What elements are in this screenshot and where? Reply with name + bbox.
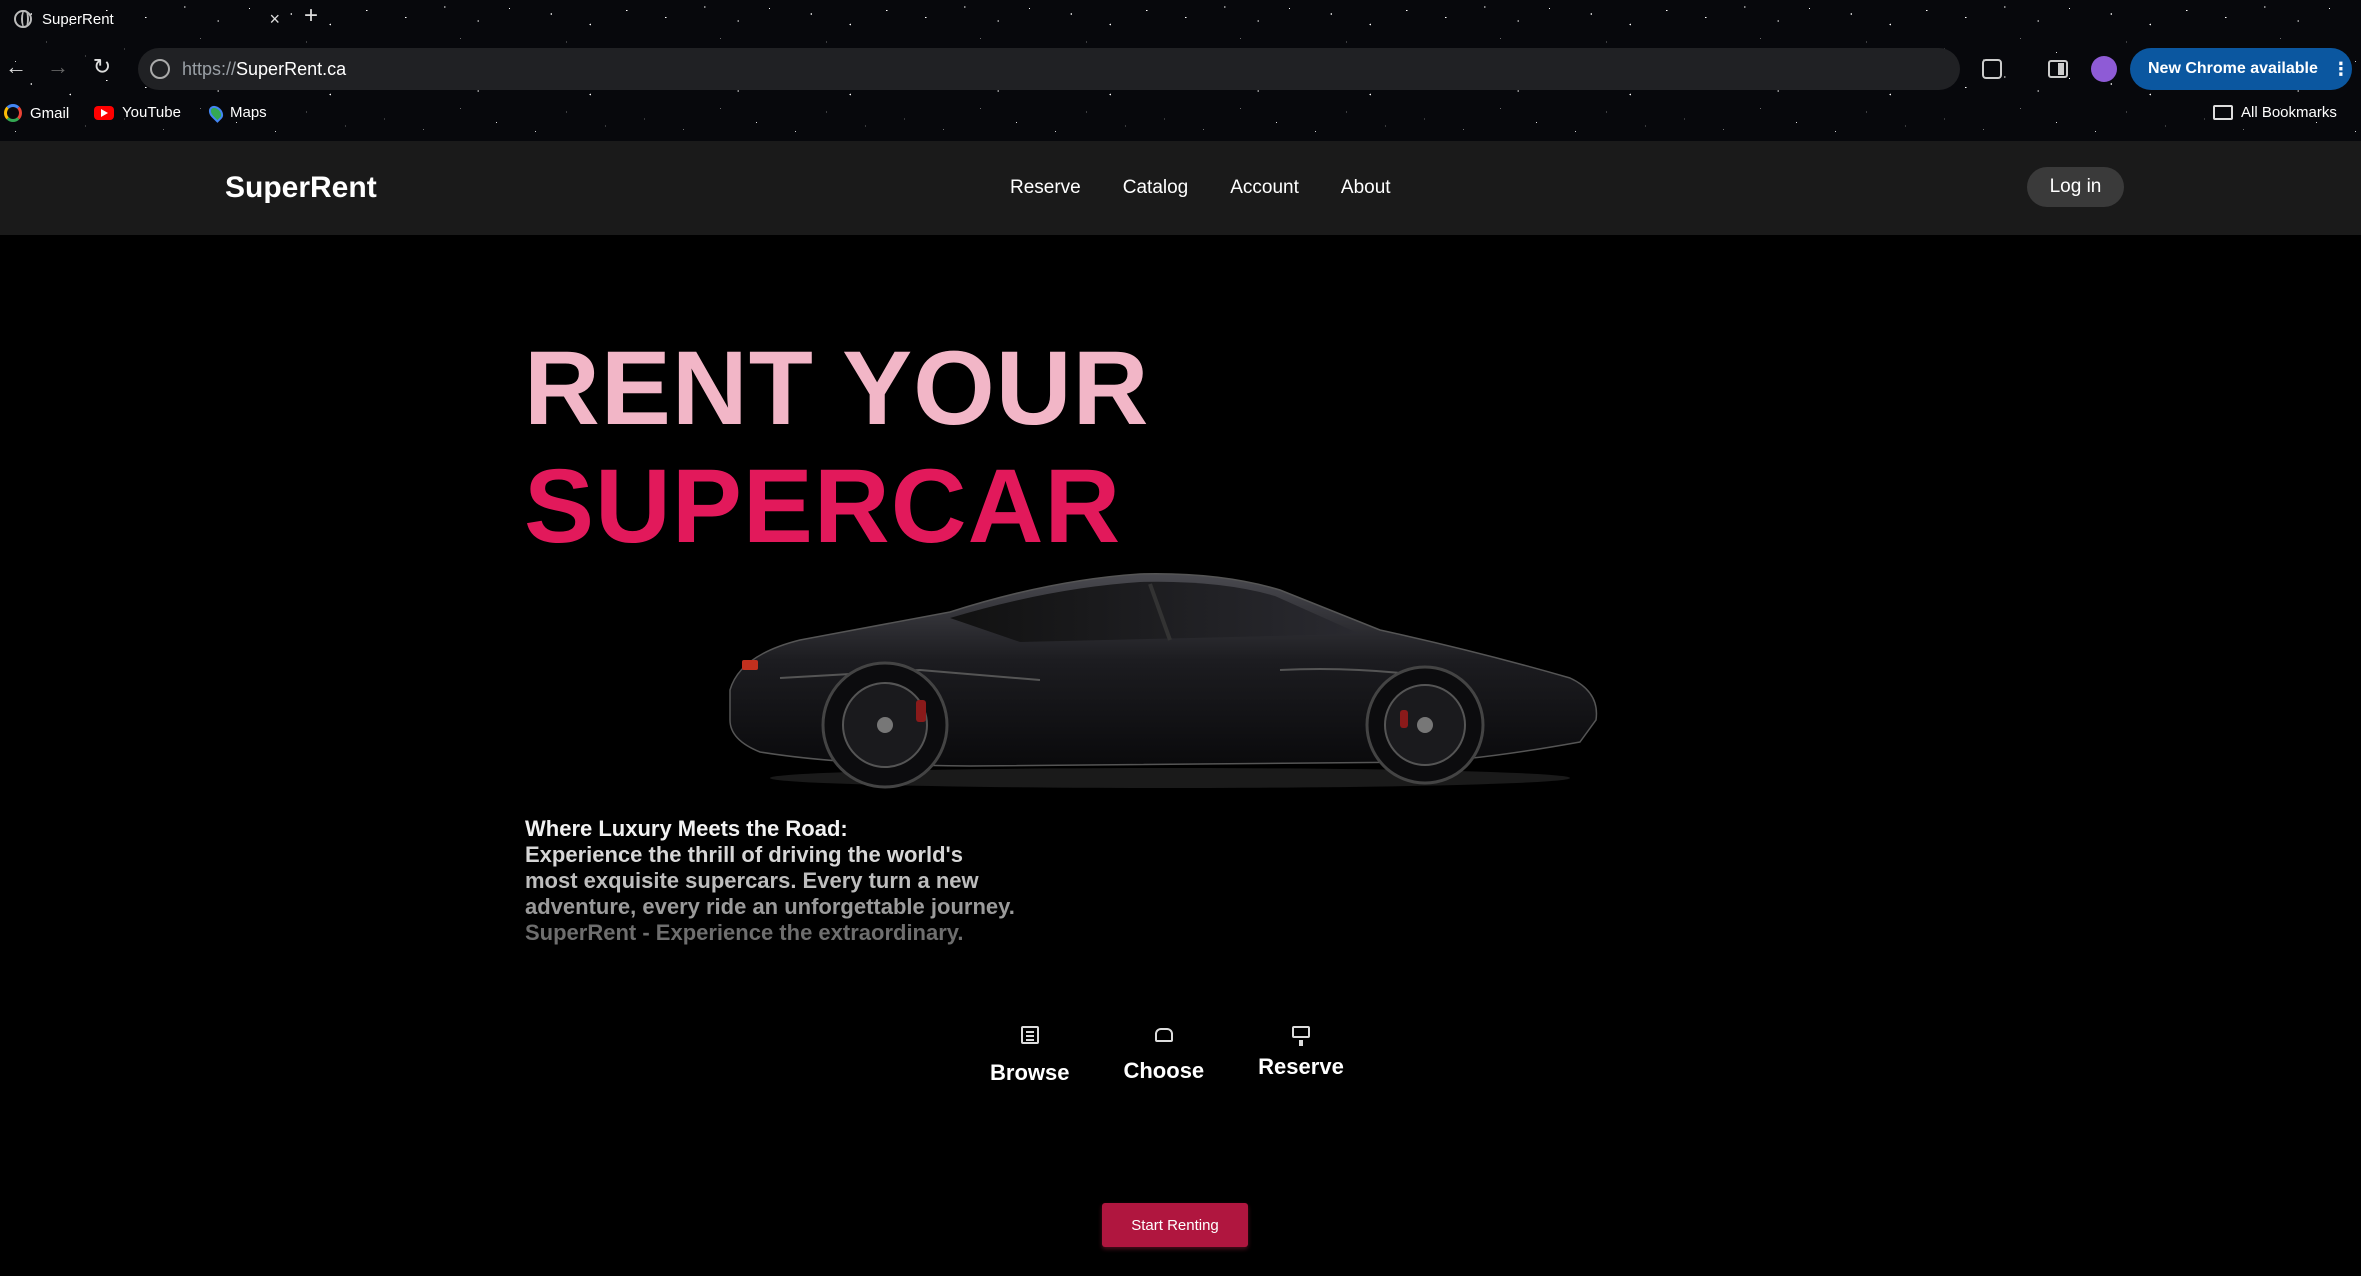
tagline: Where Luxury Meets the Road: Experience … xyxy=(525,816,1065,946)
supercar-image xyxy=(729,573,1598,789)
nav-reserve[interactable]: Reserve xyxy=(1010,177,1081,199)
monitor-icon xyxy=(1291,1026,1310,1046)
side-panel-icon[interactable] xyxy=(2048,60,2068,78)
hero-title-line2: SUPERCAR xyxy=(524,448,1122,565)
bookmarks-bar: Gmail YouTube Maps All Bookmarks xyxy=(0,102,2361,130)
bookmark-gmail[interactable]: Gmail xyxy=(4,104,69,122)
all-bookmarks-label: All Bookmarks xyxy=(2241,104,2337,121)
profile-avatar-icon[interactable] xyxy=(2091,56,2117,82)
bookmark-youtube[interactable]: YouTube xyxy=(94,104,181,121)
all-bookmarks[interactable]: All Bookmarks xyxy=(2213,104,2337,121)
step-label: Browse xyxy=(990,1060,1070,1085)
reload-icon[interactable]: ↻ xyxy=(88,54,116,80)
browser-chrome: SuperRent × + ← → ↻ https://SuperRent.ca… xyxy=(0,0,2361,141)
tab-close-button[interactable]: × xyxy=(269,9,290,30)
url-host: SuperRent.ca xyxy=(236,58,347,79)
login-button[interactable]: Log in xyxy=(2027,167,2124,207)
car-icon xyxy=(1154,1028,1173,1042)
tagline-line: adventure, every ride an unforgettable j… xyxy=(525,894,1015,919)
globe-icon xyxy=(14,10,32,28)
new-tab-button[interactable]: + xyxy=(304,2,318,30)
step-label: Choose xyxy=(1123,1058,1205,1083)
bookmark-label: Maps xyxy=(230,104,267,121)
nav-about[interactable]: About xyxy=(1341,177,1391,199)
step-label: Reserve xyxy=(1258,1054,1344,1079)
new-chrome-available-button[interactable]: New Chrome available ⋮ xyxy=(2130,48,2352,90)
main-nav: Reserve Catalog Account About xyxy=(1010,177,1391,199)
gmail-icon xyxy=(4,104,22,122)
bookmark-label: YouTube xyxy=(122,104,181,121)
tagline-heading: Where Luxury Meets the Road: xyxy=(525,816,848,841)
folder-icon xyxy=(2213,105,2233,120)
site-info-icon[interactable] xyxy=(150,59,170,79)
site-logo[interactable]: SuperRent xyxy=(225,171,377,205)
nav-account[interactable]: Account xyxy=(1230,177,1299,199)
tagline-line: most exquisite supercars. Every turn a n… xyxy=(525,868,979,893)
extensions-icon[interactable] xyxy=(1982,59,2002,79)
address-bar[interactable]: https://SuperRent.ca xyxy=(138,48,1960,90)
step-reserve[interactable]: Reserve xyxy=(1258,1026,1344,1086)
kebab-menu-icon[interactable]: ⋮ xyxy=(2332,59,2350,80)
start-renting-button[interactable]: Start Renting xyxy=(1102,1203,1248,1247)
site-header: SuperRent Reserve Catalog Account About … xyxy=(0,141,2361,235)
nav-catalog[interactable]: Catalog xyxy=(1123,177,1189,199)
step-browse[interactable]: Browse xyxy=(990,1026,1069,1086)
hero-title: RENT YOUR SUPERCAR xyxy=(524,330,1149,566)
tab-title: SuperRent xyxy=(42,10,114,28)
browser-toolbar: ← → ↻ https://SuperRent.ca New Chrome av… xyxy=(0,48,2361,90)
browser-tab[interactable]: SuperRent × xyxy=(8,4,290,34)
back-arrow-icon[interactable]: ← xyxy=(2,54,30,80)
bookmark-label: Gmail xyxy=(30,104,70,122)
steps: Browse Choose Reserve xyxy=(990,1026,1344,1086)
maps-icon xyxy=(206,102,226,123)
url-scheme: https:// xyxy=(182,58,237,79)
tagline-line: Experience the thrill of driving the wor… xyxy=(525,842,963,867)
update-label: New Chrome available xyxy=(2148,60,2318,77)
bookmark-maps[interactable]: Maps xyxy=(206,102,267,123)
youtube-icon xyxy=(94,105,114,120)
forward-arrow-icon[interactable]: → xyxy=(44,54,72,80)
step-choose[interactable]: Choose xyxy=(1123,1026,1204,1086)
list-icon xyxy=(1020,1026,1039,1044)
tagline-line: SuperRent - Experience the extraordinary… xyxy=(525,920,964,945)
hero-title-line1: RENT YOUR xyxy=(524,330,1150,447)
